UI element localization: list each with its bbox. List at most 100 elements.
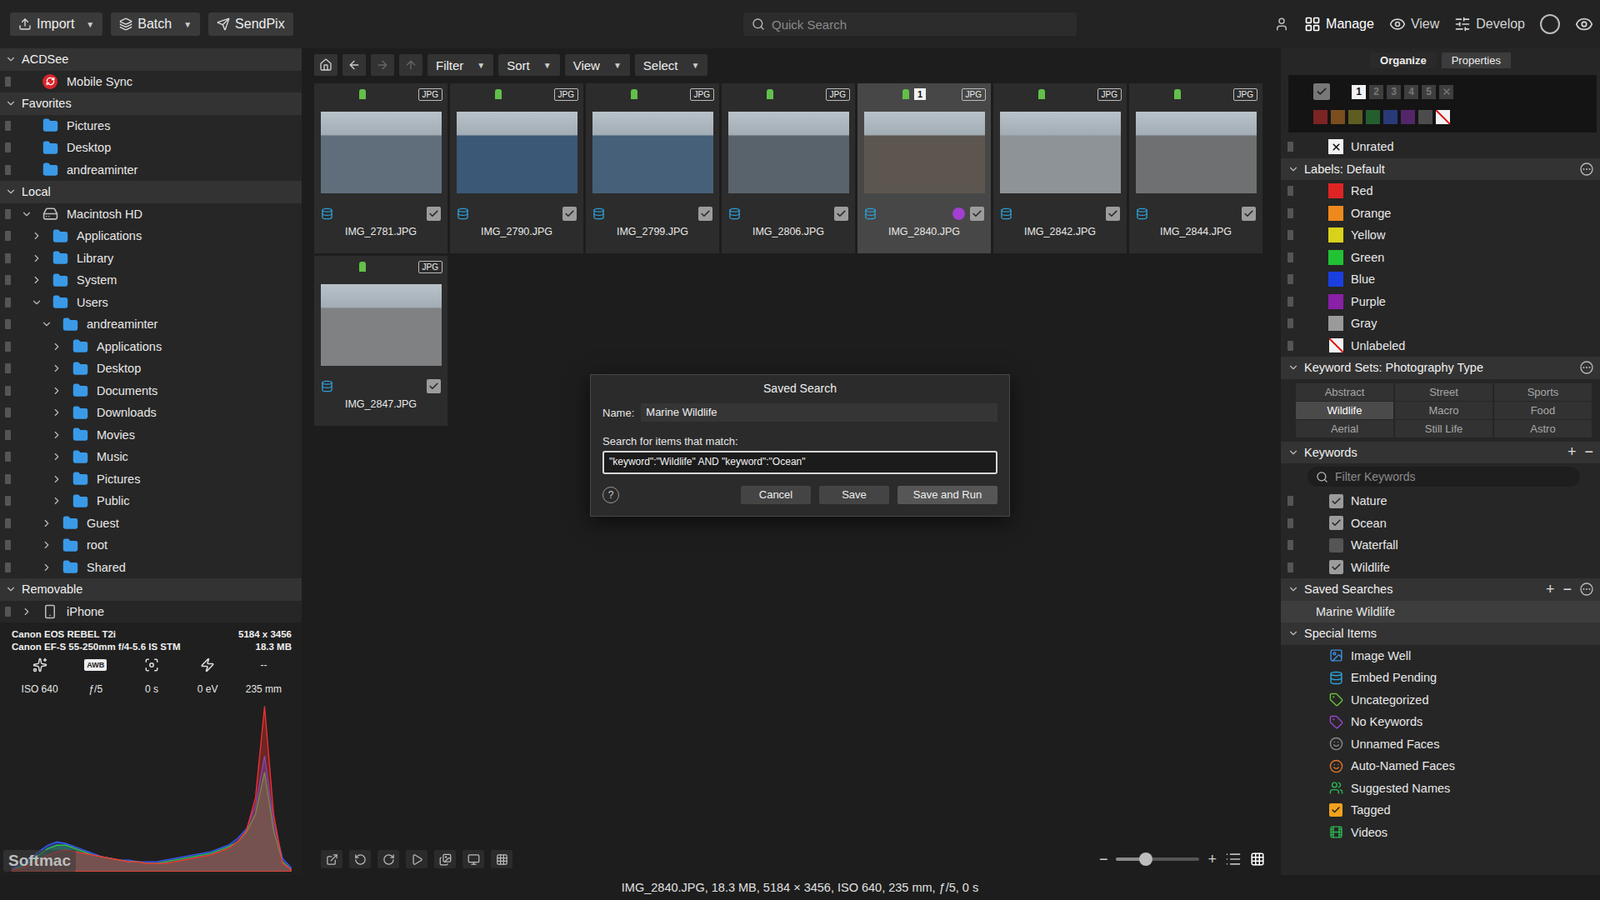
rating-button[interactable]: 1 <box>1351 85 1366 100</box>
chevron-right-icon[interactable] <box>30 274 43 286</box>
thumbnail-view-icon[interactable] <box>1250 851 1265 867</box>
tree-item[interactable]: Applications <box>0 335 302 359</box>
menu-button[interactable]: Select▼ <box>635 54 709 76</box>
special-item[interactable]: Auto-Named Faces <box>1280 755 1600 778</box>
special-item[interactable]: Image Well <box>1280 645 1600 668</box>
rating-button[interactable]: 2 <box>1369 85 1384 100</box>
label-item[interactable]: Red <box>1280 180 1600 203</box>
special-item[interactable]: Embed Pending <box>1280 666 1600 690</box>
keyword-checkbox[interactable] <box>1329 560 1344 575</box>
unrated-item[interactable]: Unrated <box>1280 135 1600 159</box>
dialog-button[interactable]: Cancel <box>740 485 811 505</box>
chevron-right-icon[interactable] <box>30 230 43 242</box>
special-item[interactable]: Suggested Names <box>1280 777 1600 800</box>
chevron-right-icon[interactable] <box>50 362 63 375</box>
bottom-tool-button[interactable] <box>377 850 400 869</box>
tree-item[interactable]: Guest <box>0 512 302 535</box>
tree-item[interactable]: Mobile Sync <box>0 70 302 94</box>
chevron-right-icon[interactable] <box>20 605 33 618</box>
tree-item[interactable]: root <box>0 534 302 557</box>
quick-search[interactable]: Quick Search <box>743 12 1077 36</box>
thumbnail[interactable]: JPGIMG_2847.JPG <box>314 255 448 426</box>
user-icon[interactable] <box>1274 16 1290 32</box>
chevron-down-icon[interactable] <box>1287 361 1300 374</box>
keyword-set-button[interactable]: Wildlife <box>1295 401 1394 420</box>
tree-item[interactable]: andreaminter <box>0 159 302 182</box>
nav-button[interactable] <box>342 54 366 76</box>
keyword-item[interactable]: Ocean <box>1280 512 1600 535</box>
tag-checkbox[interactable] <box>426 379 441 394</box>
label-item[interactable]: Purple <box>1280 290 1600 314</box>
thumbnail[interactable]: 1JPGIMG_2840.JPG <box>857 83 991 254</box>
chevron-down-icon[interactable] <box>40 318 53 330</box>
tree-item[interactable]: Movies <box>0 424 302 447</box>
rating-button[interactable]: 5 <box>1421 85 1436 100</box>
keyword-set-button[interactable]: Food <box>1494 401 1592 420</box>
label-swatch[interactable] <box>1313 110 1328 125</box>
menu-button[interactable]: Sort▼ <box>498 54 560 76</box>
label-item[interactable]: Green <box>1280 246 1600 270</box>
tree-item[interactable]: Public <box>0 490 302 513</box>
name-input[interactable]: Marine Wildlife <box>640 403 998 422</box>
chevron-down-icon[interactable] <box>1287 446 1300 459</box>
chevron-right-icon[interactable] <box>40 539 53 551</box>
tag-checkbox[interactable] <box>562 206 577 221</box>
chevron-right-icon[interactable] <box>50 495 63 507</box>
bottom-tool-button[interactable] <box>405 850 428 869</box>
tree-item[interactable]: Applications <box>0 225 302 248</box>
chevron-down-icon[interactable] <box>5 583 17 595</box>
keyword-item[interactable]: Waterfall <box>1280 534 1600 557</box>
keyword-item[interactable]: Nature <box>1280 490 1600 513</box>
chevron-right-icon[interactable] <box>50 450 63 463</box>
keyword-set-button[interactable]: Sports <box>1494 383 1592 401</box>
keyword-filter[interactable]: Filter Keywords <box>1307 466 1580 487</box>
special-item[interactable]: Unnamed Faces <box>1280 733 1600 756</box>
chevron-right-icon[interactable] <box>40 517 53 530</box>
zoom-in[interactable]: + <box>1207 850 1217 869</box>
chevron-down-icon[interactable] <box>20 208 33 220</box>
bottom-tool-button[interactable] <box>320 850 343 869</box>
keywords-header[interactable]: Keywords+− <box>1280 441 1600 465</box>
labels-header[interactable]: Labels: Default <box>1280 158 1600 181</box>
menu-button[interactable]: View▼ <box>565 54 630 76</box>
chevron-right-icon[interactable] <box>40 561 53 574</box>
tree-section-header[interactable]: Local <box>0 180 302 204</box>
remove-keyword-button[interactable]: − <box>1584 443 1594 461</box>
mode-tab[interactable]: Manage <box>1304 15 1375 33</box>
tree-item[interactable]: Downloads <box>0 401 302 425</box>
tree-item[interactable]: iPhone <box>0 600 302 624</box>
menu-button[interactable]: Filter▼ <box>427 54 494 76</box>
tree-section-header[interactable]: ACDSee <box>0 48 302 71</box>
rating-button[interactable]: 3 <box>1386 85 1401 100</box>
thumbnail[interactable]: JPGIMG_2799.JPG <box>585 83 720 254</box>
toolbar-button[interactable]: SendPix <box>208 12 294 36</box>
chevron-down-icon[interactable] <box>1287 627 1300 640</box>
bottom-tool-button[interactable] <box>434 850 456 869</box>
thumbnail[interactable]: JPGIMG_2781.JPG <box>314 83 448 254</box>
mode-tab[interactable]: Develop <box>1454 15 1525 33</box>
chevron-down-icon[interactable] <box>5 53 17 65</box>
keyword-set-button[interactable]: Aerial <box>1295 420 1394 438</box>
mode-tab[interactable]: View <box>1389 15 1440 33</box>
nav-button[interactable] <box>399 54 423 76</box>
list-view-icon[interactable] <box>1225 850 1242 868</box>
special-item[interactable]: No Keywords <box>1280 710 1600 734</box>
zoom-out[interactable]: − <box>1099 850 1109 869</box>
tree-item[interactable]: Users <box>0 291 302 315</box>
keyword-checkbox[interactable] <box>1329 515 1344 530</box>
toolbar-button[interactable]: Import▼ <box>10 12 103 36</box>
bottom-tool-button[interactable] <box>349 850 371 869</box>
tree-item[interactable]: Pictures <box>0 468 302 491</box>
tag-checkbox[interactable] <box>1105 206 1120 221</box>
label-item[interactable]: Orange <box>1280 202 1600 225</box>
keyword-checkbox[interactable] <box>1329 538 1344 553</box>
keyword-sets-header[interactable]: Keyword Sets: Photography Type <box>1280 356 1600 380</box>
tag-checkbox[interactable] <box>970 206 985 221</box>
chevron-down-icon[interactable] <box>30 296 43 309</box>
label-item[interactable]: Unlabeled <box>1280 335 1600 358</box>
tag-checkbox[interactable] <box>698 206 713 221</box>
chevron-right-icon[interactable] <box>50 429 63 441</box>
chevron-down-icon[interactable] <box>1287 163 1300 175</box>
label-swatch[interactable] <box>1418 110 1433 125</box>
tree-item[interactable]: Documents <box>0 380 302 403</box>
